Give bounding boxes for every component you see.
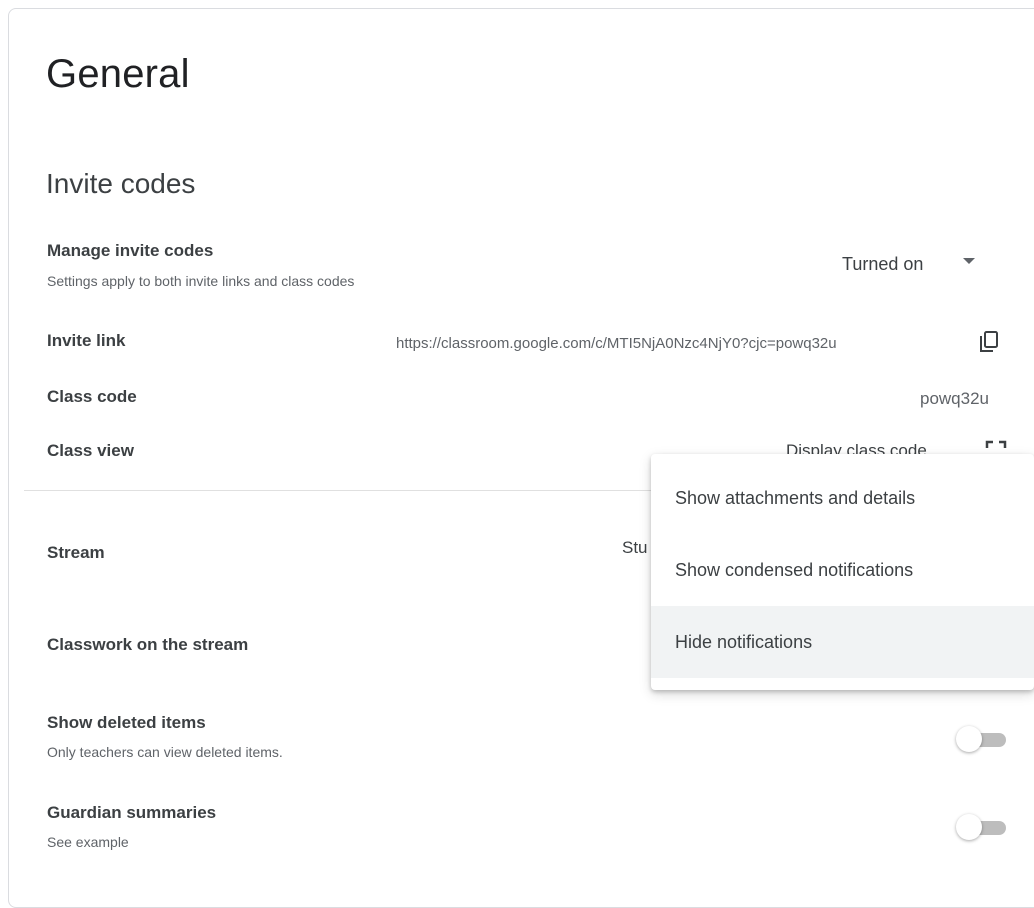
classwork-on-stream-label: Classwork on the stream bbox=[47, 635, 249, 654]
stream-label: Stream bbox=[47, 543, 105, 562]
toggle-thumb bbox=[956, 726, 982, 752]
copy-icon[interactable] bbox=[980, 331, 998, 353]
invite-link-label: Invite link bbox=[47, 331, 126, 350]
stream-options-menu: Show attachments and details Show conden… bbox=[651, 454, 1034, 690]
page-title: General bbox=[46, 52, 190, 96]
class-code-value: powq32u bbox=[920, 389, 990, 408]
stream-value-partial[interactable]: Stu bbox=[622, 537, 648, 559]
menu-item-hide-notifications[interactable]: Hide notifications bbox=[651, 606, 1034, 678]
menu-item-label: Show condensed notifications bbox=[675, 559, 914, 580]
invite-link-value: https://classroom.google.com/c/MTI5NjA0N… bbox=[396, 335, 837, 352]
class-view-value-clip: Display class code bbox=[786, 440, 976, 454]
section-title-invite-codes: Invite codes bbox=[46, 168, 196, 199]
show-deleted-items-toggle[interactable] bbox=[956, 724, 1008, 754]
class-code-label: Class code bbox=[47, 387, 137, 406]
fullscreen-icon-clip bbox=[985, 440, 1007, 454]
arrow-drop-down-icon[interactable] bbox=[962, 257, 976, 265]
guardian-summaries-see-example[interactable]: See example bbox=[47, 833, 129, 851]
class-view-label: Class view bbox=[47, 441, 134, 460]
menu-item-label: Show attachments and details bbox=[675, 487, 916, 508]
guardian-summaries-label: Guardian summaries bbox=[47, 803, 217, 822]
show-deleted-items-sub: Only teachers can view deleted items. bbox=[47, 744, 283, 760]
class-view-value[interactable]: Display class code bbox=[786, 440, 927, 454]
show-deleted-items-label: Show deleted items bbox=[47, 713, 206, 732]
manage-invite-codes-label: Manage invite codes bbox=[47, 241, 214, 260]
manage-invite-codes-sub: Settings apply to both invite links and … bbox=[47, 273, 355, 289]
guardian-summaries-toggle[interactable] bbox=[956, 812, 1008, 842]
fullscreen-icon[interactable] bbox=[985, 440, 1007, 454]
manage-invite-codes-dropdown[interactable]: Turned on bbox=[842, 253, 923, 275]
menu-item-show-condensed[interactable]: Show condensed notifications bbox=[651, 534, 1034, 606]
manage-invite-codes-value: Turned on bbox=[842, 254, 924, 274]
toggle-thumb bbox=[956, 814, 982, 840]
menu-item-label: Hide notifications bbox=[675, 631, 813, 652]
menu-item-show-attachments[interactable]: Show attachments and details bbox=[651, 462, 1034, 534]
